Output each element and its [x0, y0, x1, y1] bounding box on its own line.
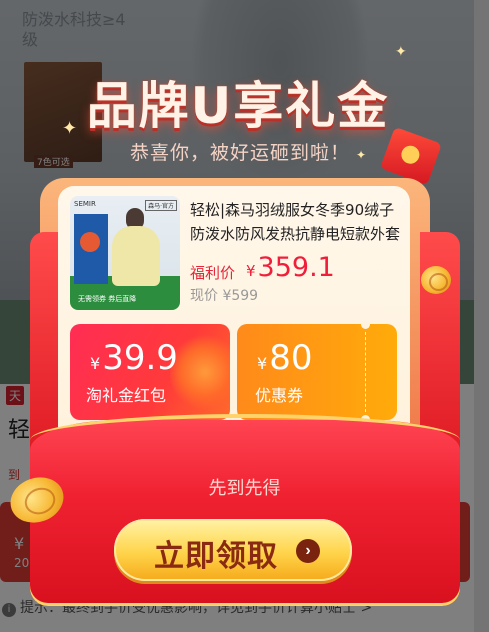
first-come-text: 先到先得	[208, 478, 281, 499]
image-badge-dot	[80, 232, 100, 252]
coin-icon	[421, 266, 451, 294]
model-coat	[112, 226, 160, 286]
claim-button-label: 立即领取	[154, 540, 278, 573]
gift-money-popup: ✦ ✦ ✦ 品牌U享礼金 恭喜你，被好运砸到啦！ SEMIR 森马·官方 无需领…	[0, 0, 489, 632]
product-name[interactable]: 轻松|森马羽绒服女冬季90绒子防泼水防风发热抗静电短款外套	[190, 198, 400, 246]
promo-price: ¥359.1	[246, 252, 335, 283]
promo-currency: ¥	[246, 262, 256, 280]
coupon-amount-value: 80	[269, 338, 313, 378]
claim-now-button[interactable]: 立即领取 ›	[114, 519, 352, 581]
sparkle-icon: ✦	[62, 118, 78, 139]
coupon-description: 淘礼金红包	[86, 386, 167, 405]
coupon-notch	[361, 320, 370, 329]
coupon-amount-value: 39.9	[102, 338, 178, 378]
promo-price-value: 359.1	[257, 252, 335, 283]
image-footer-text: 无需领券 券后直降	[78, 295, 137, 303]
popup-subtitle: 恭喜你，被好运砸到啦！	[129, 142, 350, 164]
promo-price-label: 福利价	[190, 264, 236, 282]
discount-coupon[interactable]: ¥80 优惠券	[237, 320, 397, 424]
chevron-right-icon: ›	[296, 539, 320, 563]
coupon-description: 优惠券	[255, 386, 304, 405]
product-image[interactable]: SEMIR 森马·官方 无需领券 券后直降	[70, 196, 180, 310]
coupon-perforation	[365, 332, 366, 412]
coupon-swirl-decoration	[170, 332, 230, 412]
current-price: 现价 ¥599	[190, 288, 259, 304]
coupon-amount: ¥80	[257, 338, 312, 378]
image-brand-text: SEMIR	[74, 200, 96, 208]
image-badge-text: 森马·官方	[145, 200, 177, 211]
coupon-currency: ¥	[90, 354, 101, 373]
coupon-amount: ¥39.9	[90, 338, 178, 378]
gift-money-coupon[interactable]: ¥39.9 淘礼金红包	[70, 324, 230, 420]
popup-title: 品牌U享礼金	[86, 77, 390, 135]
coupon-currency: ¥	[257, 354, 268, 373]
sparkle-icon: ✦	[395, 44, 407, 60]
